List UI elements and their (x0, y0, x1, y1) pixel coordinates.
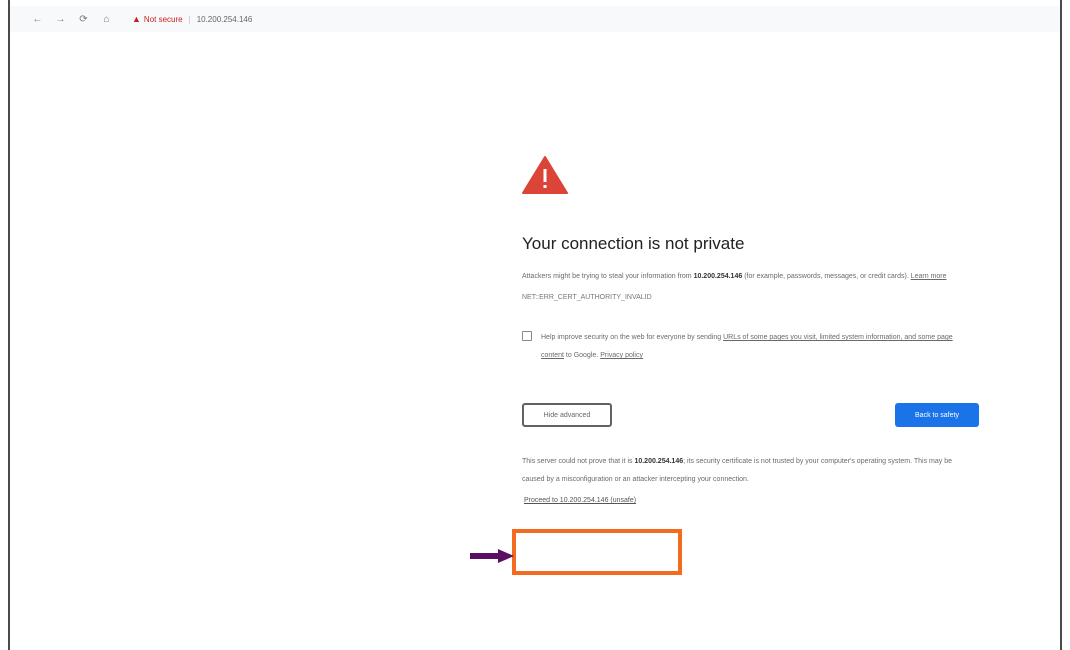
details-prefix: This server could not prove that it is (522, 458, 633, 465)
warning-triangle-icon (522, 156, 568, 194)
home-icon[interactable]: ⌂ (99, 12, 114, 27)
address-url[interactable]: 10.200.254.146 (197, 15, 253, 24)
proceed-unsafe-link[interactable]: Proceed to 10.200.254.146 (unsafe) (524, 497, 982, 504)
warning-triangle-icon[interactable]: ▲ (132, 14, 141, 24)
address-separator: | (188, 14, 191, 24)
highlight-box (512, 529, 682, 575)
address-bar[interactable]: ▲ Not secure | 10.200.254.146 (132, 14, 252, 24)
learn-more-link[interactable]: Learn more (911, 273, 947, 280)
privacy-policy-link[interactable]: Privacy policy (600, 352, 643, 359)
hide-advanced-button[interactable]: Hide advanced (522, 403, 612, 427)
warning-host: 10.200.254.146 (693, 273, 743, 280)
error-code: NET::ERR_CERT_AUTHORITY_INVALID (522, 294, 652, 301)
warning-paragraph: Attackers might be trying to steal your … (522, 268, 962, 286)
details-host: 10.200.254.146 (634, 458, 684, 465)
browser-toolbar: ← → ⟳ ⌂ ▲ Not secure | 10.200.254.146 (10, 6, 1060, 32)
button-row: Hide advanced Back to safety (522, 403, 979, 427)
forward-icon[interactable]: → (53, 12, 68, 27)
optin-checkbox[interactable] (522, 331, 532, 341)
warning-text-suffix: (for example, passwords, messages, or cr… (744, 273, 909, 280)
not-secure-label[interactable]: Not secure (144, 15, 183, 24)
warning-text: Attackers might be trying to steal your … (522, 273, 692, 280)
interstitial-content: Your connection is not private Attackers… (522, 155, 982, 504)
reload-icon[interactable]: ⟳ (76, 12, 91, 27)
optin-row: Help improve security on the web for eve… (522, 329, 982, 365)
optin-text: Help improve security on the web for eve… (541, 329, 961, 365)
back-icon[interactable]: ← (30, 12, 45, 27)
back-to-safety-button[interactable]: Back to safety (895, 403, 979, 427)
optin-middle: to Google. (565, 352, 599, 359)
arrow-right-icon (470, 549, 514, 563)
details-paragraph: This server could not prove that it is 1… (522, 453, 962, 489)
page-title: Your connection is not private (522, 234, 745, 253)
optin-prefix: Help improve security on the web for eve… (541, 334, 722, 341)
